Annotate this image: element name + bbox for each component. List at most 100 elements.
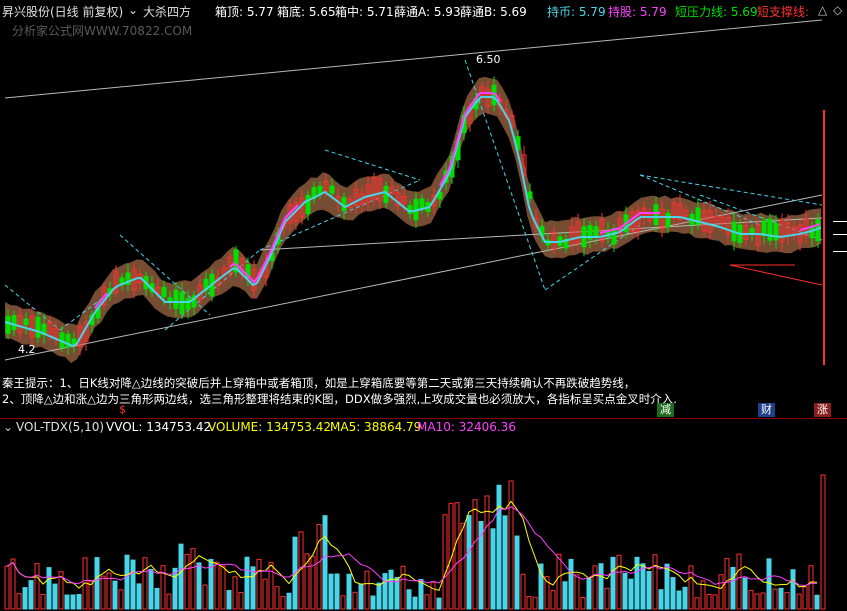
volume-bar: [604, 587, 610, 610]
volume-bar: [676, 590, 682, 610]
volume-bar: [784, 592, 790, 610]
volume-bar: [4, 565, 10, 610]
candle-body: [767, 218, 773, 241]
volume-label: VOLUME: 134753.42: [208, 420, 331, 434]
volume-bar: [304, 553, 310, 610]
candle-body: [185, 298, 191, 311]
candle-body: [665, 212, 671, 227]
volume-bar: [478, 520, 484, 610]
vvol-label: VVOL: 134753.42: [106, 420, 212, 434]
volume-bar: [394, 576, 400, 610]
channel-upper-line: [4, 19, 823, 99]
volume-bar: [796, 593, 802, 610]
volume-bar: [112, 580, 118, 610]
volume-bar: [556, 553, 562, 610]
volume-bar: [292, 536, 298, 610]
candle-body: [329, 185, 335, 194]
volume-bar: [274, 586, 280, 610]
volume-bar: [346, 573, 352, 610]
volume-bar: [766, 558, 772, 610]
volume-bar: [154, 587, 160, 610]
volume-bar: [718, 574, 724, 610]
volume-bar: [706, 594, 712, 610]
volume-bar: [754, 593, 760, 610]
candle-body: [317, 185, 323, 194]
volume-bar: [268, 561, 274, 610]
volume-bar: [562, 581, 568, 610]
volume-bar: [778, 587, 784, 610]
volume-bar: [34, 563, 40, 610]
volume-bar: [76, 593, 82, 610]
volume-bar: [580, 597, 586, 610]
volume-bar: [670, 577, 676, 610]
volume-bar: [322, 515, 328, 610]
chevron-down-icon[interactable]: ⌄: [3, 420, 13, 434]
candle-body: [35, 316, 41, 338]
volume-bar: [226, 590, 232, 610]
volume-bar: [10, 558, 16, 610]
volume-bar: [214, 561, 220, 610]
volume-bar: [52, 583, 58, 610]
volume-bar: [88, 580, 94, 610]
signal-s: $: [119, 403, 126, 416]
volume-bar: [658, 589, 664, 610]
volume-bar: [388, 569, 394, 610]
volume-bar: [664, 563, 670, 610]
low-price-label: 4.2: [18, 343, 36, 356]
volume-bar: [526, 596, 532, 610]
volume-bar: [454, 502, 460, 610]
volume-bar: [376, 582, 382, 610]
volume-bar: [382, 573, 388, 610]
volume-bar: [22, 587, 28, 610]
volume-bar: [652, 554, 658, 610]
volume-bar: [238, 592, 244, 610]
price-tick-2: [833, 234, 847, 235]
volume-indicator-name[interactable]: VOL-TDX(5,10): [16, 420, 104, 434]
volume-bar: [646, 570, 652, 610]
volume-bar: [316, 523, 322, 610]
volume-bar: [760, 592, 766, 610]
volume-bar: [610, 556, 616, 610]
volume-bar: [700, 580, 706, 610]
volume-bar: [730, 566, 736, 610]
volume-bar: [634, 556, 640, 610]
volume-bar: [574, 574, 580, 610]
volume-bar: [736, 553, 742, 610]
volume-bar: [724, 558, 730, 610]
candle-body: [305, 194, 311, 214]
volume-bar: [748, 589, 754, 610]
volume-bar: [298, 531, 304, 610]
volume-bar: [508, 480, 514, 610]
volume-bar: [418, 579, 424, 610]
volume-bar: [364, 570, 370, 610]
volume-bar: [208, 558, 214, 610]
volume-bar: [136, 583, 142, 610]
volume-bar: [310, 556, 316, 610]
ma10-line: [6, 506, 818, 587]
price-chart[interactable]: [0, 0, 847, 420]
volume-bar: [172, 567, 178, 610]
candle-body: [611, 228, 617, 245]
candle-body: [809, 226, 815, 239]
volume-bar: [466, 515, 472, 610]
volume-bar: [502, 515, 508, 610]
volume-bar: [424, 594, 430, 610]
volume-bar: [178, 543, 184, 610]
volume-bar: [352, 591, 358, 610]
volume-header: ⌄ VOL-TDX(5,10) VVOL: 134753.42 VOLUME: …: [0, 419, 847, 435]
candle-body: [11, 315, 17, 331]
volume-bar: [118, 589, 124, 610]
volume-bar: [622, 572, 628, 610]
volume-bar: [280, 596, 286, 610]
volume-bar: [802, 586, 808, 610]
volume-bar: [232, 576, 238, 610]
volume-bar: [142, 557, 148, 610]
ma10-label: MA10: 32406.36: [417, 420, 516, 434]
volume-bar: [772, 588, 778, 610]
volume-bar: [334, 573, 340, 610]
candle-body: [653, 204, 659, 226]
ma5-label: MA5: 38864.79: [330, 420, 422, 434]
volume-bar: [160, 565, 166, 610]
volume-bar: [16, 593, 22, 610]
volume-bar: [328, 573, 334, 610]
